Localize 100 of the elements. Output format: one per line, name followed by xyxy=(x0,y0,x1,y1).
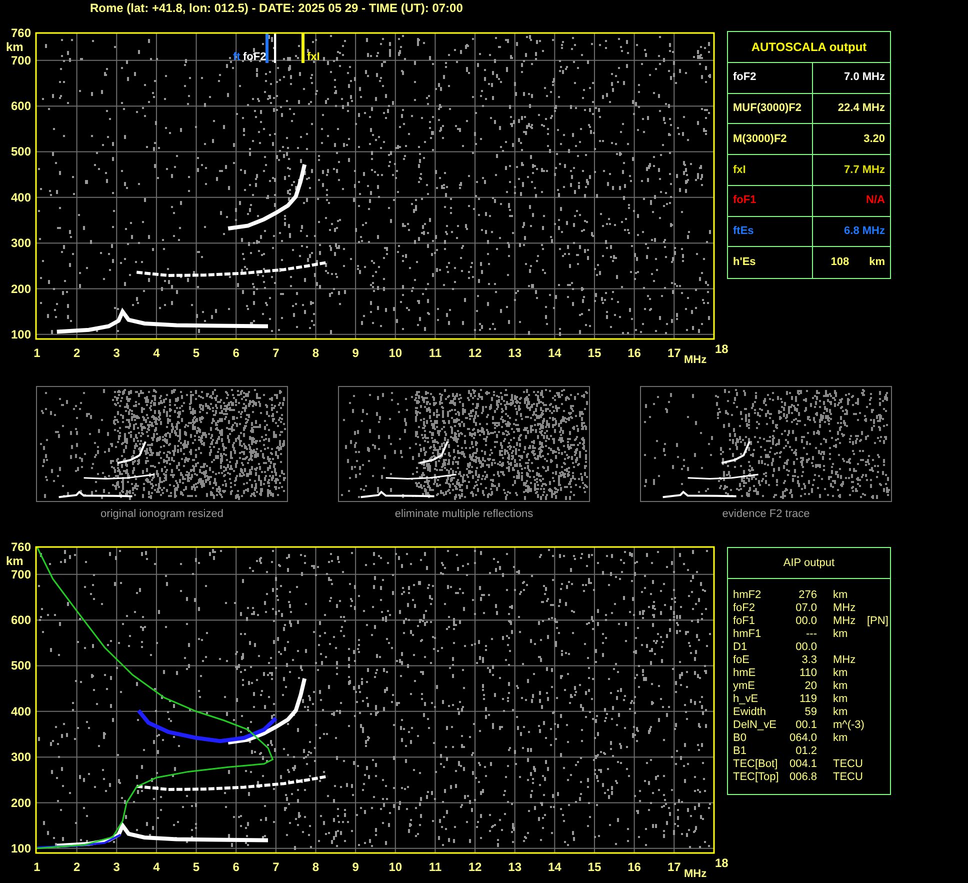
axis-tick-label: 11 xyxy=(428,860,442,874)
axis-tick-label: 18 xyxy=(715,856,728,870)
axis-tick-label: 100 xyxy=(10,327,31,342)
marker-label: ft xyxy=(233,51,240,63)
parameter-value: 7.7 MHz xyxy=(844,162,885,178)
aip-parameter-value: 110 xyxy=(798,667,817,680)
aip-parameter-value: 07.0 xyxy=(794,602,817,615)
aip-parameter-unit: TECU xyxy=(833,771,864,784)
aip-parameter-value: 276 xyxy=(798,589,817,602)
axis-tick-label: 5 xyxy=(192,860,200,874)
aip-parameter-unit: MHz xyxy=(833,654,857,667)
aip-parameter-name: hmF1 xyxy=(733,628,762,641)
aip-parameter-value: 00.0 xyxy=(794,641,817,654)
aip-parameter-value: 00.0 xyxy=(794,615,817,628)
axis-tick-label: 200 xyxy=(10,796,31,810)
thumbnail-caption: original ionogram resized xyxy=(100,507,224,521)
aip-parameter-unit: km xyxy=(833,706,849,719)
axis-tick-label: 6 xyxy=(232,860,240,874)
axis-tick-label: 10 xyxy=(388,860,402,874)
axis-tick-label: 4 xyxy=(153,860,160,874)
axis-tick-label: 16 xyxy=(628,346,641,360)
parameter-value: 7.0 MHz xyxy=(844,70,885,86)
axis-tick-label: 6 xyxy=(232,346,240,360)
frequency-marker-line xyxy=(302,33,304,63)
axis-tick-label: 5 xyxy=(192,346,200,360)
parameter-value: 22.4 MHz xyxy=(838,101,885,116)
axis-tick-label: 15 xyxy=(588,346,602,360)
axis-tick-label: 16 xyxy=(628,860,641,874)
aip-parameter-unit: km xyxy=(833,732,849,745)
panel-title: AUTOSCALA output xyxy=(751,38,867,56)
axis-tick-label: 100 xyxy=(10,841,31,856)
axis-tick-label: 760 xyxy=(10,540,31,554)
axis-tick-label: 13 xyxy=(508,346,522,360)
axis-tick-label: 300 xyxy=(10,750,31,764)
axis-tick-label: 12 xyxy=(468,346,482,360)
parameter-label: foF2 xyxy=(733,70,756,86)
aip-parameter-name: hmF2 xyxy=(733,589,762,602)
aip-parameter-unit: TECU xyxy=(833,758,864,771)
aip-parameter-name: foF2 xyxy=(733,602,756,615)
parameter-label: M(3000)F2 xyxy=(733,132,787,147)
parameter-label: fxI xyxy=(733,162,746,178)
axis-tick-label: 15 xyxy=(588,860,602,874)
axis-tick-label: 400 xyxy=(10,704,31,718)
aip-parameter-value: 59 xyxy=(804,706,817,719)
axis-tick-label: 300 xyxy=(10,236,31,250)
axis-tick-label: 600 xyxy=(10,99,31,114)
aip-parameter-value: 3.3 xyxy=(800,654,817,667)
aip-parameter-unit: km xyxy=(833,667,849,680)
axis-tick-label: 3 xyxy=(113,346,120,360)
thumbnail-caption: evidence F2 trace xyxy=(722,507,810,521)
aip-parameter-name: TEC[Top] xyxy=(733,771,777,784)
axis-tick-label: 7 xyxy=(272,860,280,874)
aip-parameter-value: 20 xyxy=(804,680,817,693)
axis-tick-label: 500 xyxy=(10,658,31,673)
axis-tick-label: 2 xyxy=(73,860,80,874)
axis-tick-label: 2 xyxy=(73,346,80,360)
aip-parameter-name: B1 xyxy=(733,745,748,758)
aip-parameter-name: D1 xyxy=(733,641,748,654)
axis-tick-label: 12 xyxy=(468,860,482,874)
axis-tick-label: 8 xyxy=(312,346,320,360)
aip-parameter-note: [PN] xyxy=(867,615,888,628)
aip-parameter-name: Ewidth xyxy=(733,706,768,719)
aip-parameter-unit: m^(-3) xyxy=(833,719,866,732)
aip-parameter-name: h_vE xyxy=(733,693,760,706)
axis-tick-label: 760 xyxy=(10,26,31,40)
aip-parameter-unit: km xyxy=(833,628,849,641)
aip-parameter-unit: km xyxy=(833,693,849,706)
aip-parameter-unit: MHz xyxy=(833,602,857,615)
axis-tick-label: 9 xyxy=(352,346,359,360)
axis-unit-label: km xyxy=(6,40,24,54)
axis-tick-label: 700 xyxy=(10,53,31,68)
aip-parameter-name: foF1 xyxy=(733,615,756,628)
axis-tick-label: 14 xyxy=(548,346,562,360)
aip-parameter-name: DelN_vE xyxy=(733,719,777,732)
parameter-value: 108 xyxy=(830,255,850,270)
aip-parameter-name: foE xyxy=(733,654,751,667)
aip-parameter-unit: km xyxy=(833,680,849,693)
aip-parameter-value: 01.2 xyxy=(794,745,817,758)
panel-title: AIP output xyxy=(783,556,835,571)
axis-tick-label: 7 xyxy=(272,346,280,360)
aip-parameter-name: hmE xyxy=(733,667,757,680)
aip-parameter-value: 00.1 xyxy=(794,719,817,732)
axis-tick-label: 17 xyxy=(667,346,681,360)
axis-tick-label: 10 xyxy=(388,346,402,360)
parameter-value: N/A xyxy=(866,193,885,208)
axis-tick-label: 400 xyxy=(10,190,31,204)
axis-tick-label: 14 xyxy=(548,860,562,874)
axis-tick-label: 11 xyxy=(428,346,442,360)
axis-tick-label: 1 xyxy=(34,860,40,874)
axis-tick-label: 18 xyxy=(715,342,728,356)
parameter-label: ftEs xyxy=(733,224,754,240)
axis-tick-label: 600 xyxy=(10,613,31,628)
header-title: Rome (lat: +41.8, lon: 012.5) - DATE: 2025 05 29 - TIME (UT): 07:00 xyxy=(90,1,463,15)
axis-tick-label: 700 xyxy=(10,567,31,582)
parameter-label: MUF(3000)F2 xyxy=(733,101,802,116)
frequency-marker-line xyxy=(266,33,268,63)
parameter-label: h'Es xyxy=(733,255,756,270)
axis-tick-label: 200 xyxy=(10,282,31,296)
aip-parameter-name: B0 xyxy=(733,732,748,745)
axis-unit-label: km xyxy=(6,554,24,568)
